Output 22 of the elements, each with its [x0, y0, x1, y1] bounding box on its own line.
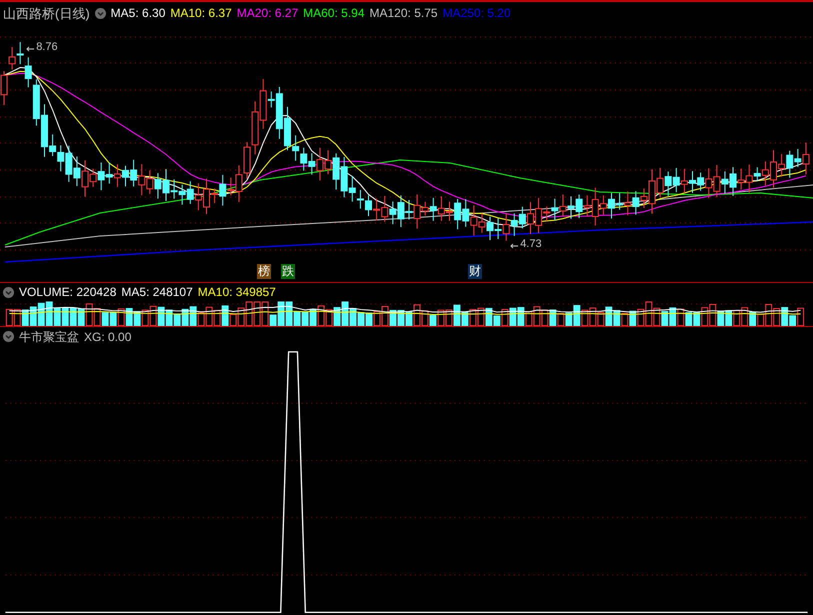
- low-price-label: 4.73: [520, 238, 542, 250]
- indicator-label: 牛市聚宝盆: [19, 330, 79, 343]
- stock-title: 山西路桥(日线): [3, 6, 90, 20]
- indicator-label: VOLUME: 220428: [19, 286, 116, 298]
- indicator-label: MA60: 5.94: [303, 7, 364, 19]
- indicator-label: XG: 0.00: [84, 330, 132, 343]
- high-price-label: 8.76: [36, 42, 58, 54]
- chevron-down-icon[interactable]: [3, 286, 14, 298]
- event-marker[interactable]: 跌: [281, 264, 295, 279]
- indicator-label: MA20: 6.27: [236, 7, 298, 19]
- arrow-icon: [26, 46, 34, 52]
- event-marker[interactable]: 榜: [257, 264, 271, 279]
- arrow-icon: [510, 242, 518, 249]
- event-marker[interactable]: 财: [468, 264, 482, 279]
- indicator-label: MA10: 6.37: [170, 7, 232, 19]
- indicator-label: MA5: 248107: [121, 286, 193, 298]
- chevron-down-icon[interactable]: [3, 331, 14, 342]
- indicator-label: MA5: 6.30: [110, 7, 166, 19]
- indicator-label: MA120: 5.75: [370, 7, 438, 19]
- chevron-down-icon[interactable]: [94, 8, 106, 18]
- indicator-label: MA10: 349857: [198, 286, 276, 298]
- indicator-label: MA250: 5.20: [442, 7, 511, 19]
